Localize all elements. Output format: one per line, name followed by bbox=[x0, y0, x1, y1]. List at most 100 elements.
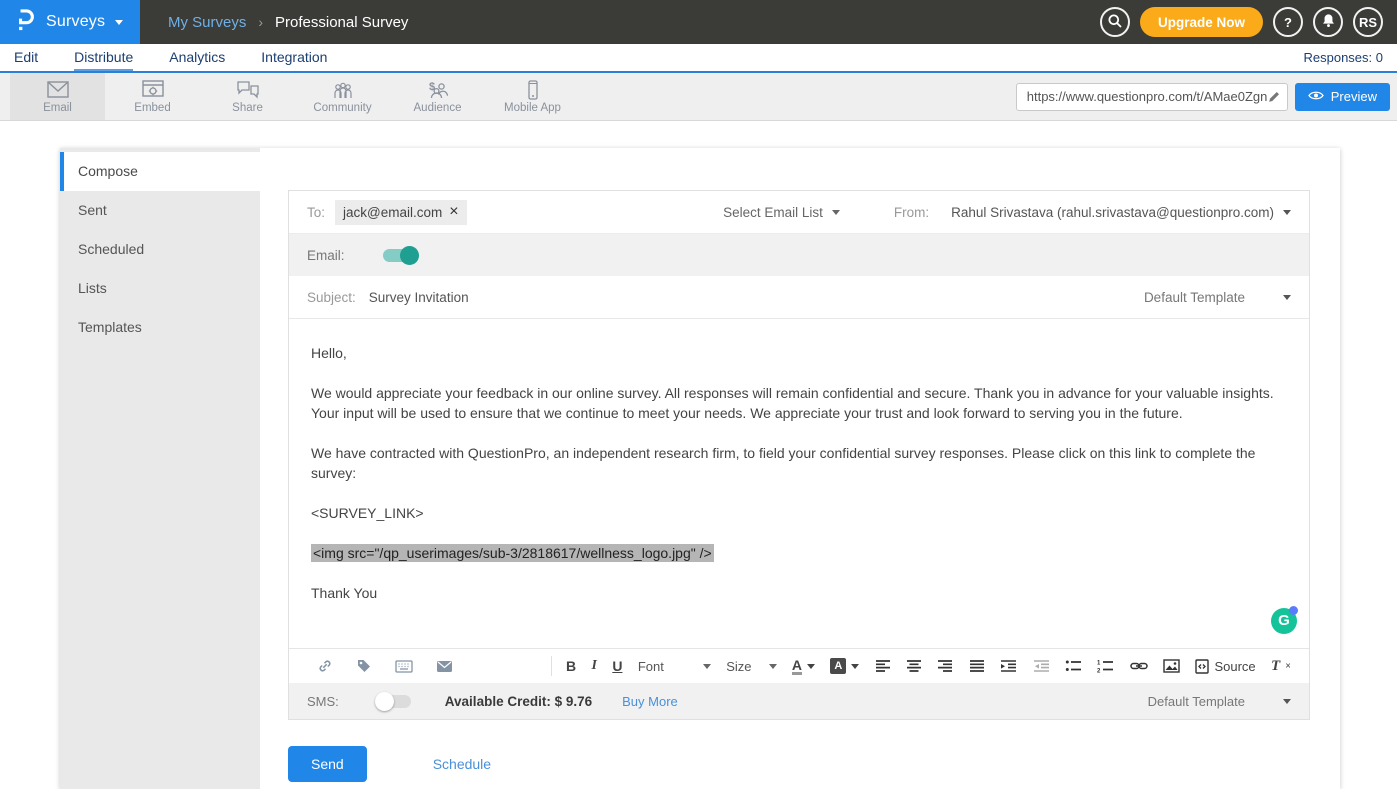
grammarly-widget[interactable]: G bbox=[1271, 608, 1297, 634]
body-closing: Thank You bbox=[311, 583, 1289, 603]
sidebar-item-lists[interactable]: Lists bbox=[60, 269, 260, 308]
from-section: From: Rahul Srivastava (rahul.srivastava… bbox=[894, 205, 1291, 220]
sms-toggle[interactable] bbox=[377, 695, 411, 708]
embed-icon bbox=[141, 80, 165, 100]
tab-integration[interactable]: Integration bbox=[261, 44, 327, 71]
recipients-row: To: jack@email.com × Select Email List F… bbox=[289, 191, 1309, 234]
toggle-knob bbox=[400, 246, 419, 265]
send-button[interactable]: Send bbox=[288, 746, 367, 782]
sidebar-item-templates[interactable]: Templates bbox=[60, 308, 260, 347]
select-email-list-dropdown[interactable]: Select Email List bbox=[723, 205, 840, 220]
upgrade-now-button[interactable]: Upgrade Now bbox=[1140, 7, 1263, 37]
source-button[interactable]: Source bbox=[1195, 659, 1255, 674]
responses-count[interactable]: Responses: 0 bbox=[1304, 44, 1384, 71]
editor-toolbar: B I U Font Size A A 12 bbox=[289, 649, 1309, 683]
question-mark-icon: ? bbox=[1284, 15, 1292, 30]
buy-more-link[interactable]: Buy More bbox=[622, 694, 678, 709]
email-icon bbox=[46, 80, 70, 100]
breadcrumb-my-surveys[interactable]: My Surveys bbox=[168, 14, 246, 31]
tab-distribute[interactable]: Distribute bbox=[74, 44, 133, 71]
recipient-chip[interactable]: jack@email.com × bbox=[335, 200, 467, 225]
eye-icon bbox=[1308, 89, 1324, 104]
email-toggle[interactable] bbox=[383, 249, 417, 262]
insert-survey-link-button[interactable] bbox=[317, 658, 333, 674]
background-color-button[interactable]: A bbox=[830, 658, 859, 674]
user-avatar[interactable]: RS bbox=[1353, 7, 1383, 37]
remove-format-button[interactable]: T× bbox=[1271, 658, 1291, 675]
search-button[interactable] bbox=[1100, 7, 1130, 37]
bold-button[interactable]: B bbox=[566, 658, 576, 674]
subject-row: Subject: Survey Invitation Default Templ… bbox=[289, 276, 1309, 319]
channel-share[interactable]: Share bbox=[200, 73, 295, 120]
distribute-channel-toolbar: Email Embed Share Community $ Audience M… bbox=[0, 73, 1397, 121]
channel-embed[interactable]: Embed bbox=[105, 73, 200, 120]
increase-indent-button[interactable] bbox=[1000, 659, 1017, 673]
insert-link-button[interactable] bbox=[1130, 660, 1148, 672]
editor-insert-group bbox=[303, 658, 551, 674]
top-navigation-bar: Surveys My Surveys › Professional Survey… bbox=[0, 0, 1397, 44]
grammarly-status-dot bbox=[1289, 606, 1298, 615]
to-label: To: bbox=[307, 205, 325, 220]
schedule-link[interactable]: Schedule bbox=[433, 756, 491, 772]
edit-url-button[interactable] bbox=[1267, 90, 1281, 104]
sms-toggle-label: SMS: bbox=[307, 694, 339, 709]
align-right-button[interactable] bbox=[937, 659, 953, 673]
outdent-icon bbox=[1033, 659, 1050, 673]
align-center-button[interactable] bbox=[906, 659, 922, 673]
mobile-phone-icon bbox=[521, 80, 545, 100]
search-icon bbox=[1107, 13, 1123, 32]
text-color-button[interactable]: A bbox=[792, 658, 815, 675]
channel-email[interactable]: Email bbox=[10, 73, 105, 120]
align-left-icon bbox=[875, 659, 891, 673]
tab-edit[interactable]: Edit bbox=[14, 44, 38, 71]
sidebar-item-compose[interactable]: Compose bbox=[60, 152, 260, 191]
survey-url-input[interactable] bbox=[1027, 89, 1267, 104]
numbered-list-icon: 12 bbox=[1097, 659, 1114, 673]
align-right-icon bbox=[937, 659, 953, 673]
insert-keyboard-button[interactable] bbox=[395, 660, 413, 673]
email-toggle-label: Email: bbox=[307, 248, 345, 263]
email-body-editor[interactable]: Hello, We would appreciate your feedback… bbox=[289, 319, 1309, 649]
numbered-list-button[interactable]: 12 bbox=[1097, 659, 1114, 673]
preview-button[interactable]: Preview bbox=[1295, 83, 1390, 111]
survey-nav-tabs: Edit Distribute Analytics Integration Re… bbox=[0, 44, 1397, 73]
italic-button[interactable]: I bbox=[592, 658, 597, 674]
tab-analytics[interactable]: Analytics bbox=[169, 44, 225, 71]
page-title: Professional Survey bbox=[275, 14, 408, 31]
underline-button[interactable]: U bbox=[612, 658, 622, 674]
survey-url-box bbox=[1016, 83, 1288, 111]
sidebar-item-scheduled[interactable]: Scheduled bbox=[60, 230, 260, 269]
justify-button[interactable] bbox=[969, 659, 985, 673]
align-left-button[interactable] bbox=[875, 659, 891, 673]
remove-recipient-icon[interactable]: × bbox=[449, 206, 458, 218]
sms-template-dropdown[interactable]: Default Template bbox=[1148, 694, 1291, 709]
body-paragraph-1: We would appreciate your feedback in our… bbox=[311, 383, 1289, 423]
insert-image-button[interactable] bbox=[1163, 659, 1180, 673]
keyboard-icon bbox=[395, 660, 413, 673]
font-dropdown[interactable]: Font bbox=[638, 659, 711, 674]
notifications-button[interactable] bbox=[1313, 7, 1343, 37]
pencil-icon bbox=[1267, 90, 1281, 104]
channel-mobile-app[interactable]: Mobile App bbox=[485, 73, 580, 120]
channel-audience[interactable]: $ Audience bbox=[390, 73, 485, 120]
svg-text:1: 1 bbox=[1097, 661, 1101, 667]
insert-email-footer-button[interactable] bbox=[436, 660, 453, 673]
sidebar-item-sent[interactable]: Sent bbox=[60, 191, 260, 230]
help-button[interactable]: ? bbox=[1273, 7, 1303, 37]
insert-tag-button[interactable] bbox=[356, 658, 372, 674]
decrease-indent-button[interactable] bbox=[1033, 659, 1050, 673]
subject-input[interactable]: Survey Invitation bbox=[369, 290, 469, 305]
avatar-initials: RS bbox=[1359, 15, 1377, 30]
product-switcher[interactable]: Surveys bbox=[0, 0, 140, 44]
sms-row: SMS: Available Credit: $ 9.76 Buy More D… bbox=[289, 683, 1309, 719]
chevron-down-icon bbox=[807, 664, 815, 669]
email-template-dropdown[interactable]: Default Template bbox=[1144, 290, 1291, 305]
chain-icon bbox=[317, 658, 333, 674]
from-address-dropdown[interactable]: Rahul Srivastava (rahul.srivastava@quest… bbox=[951, 205, 1291, 220]
bulleted-list-button[interactable] bbox=[1065, 659, 1082, 673]
tag-icon bbox=[356, 658, 372, 674]
channel-community[interactable]: Community bbox=[295, 73, 390, 120]
image-icon bbox=[1163, 659, 1180, 673]
topbar-actions: Upgrade Now ? RS bbox=[1100, 7, 1397, 37]
size-dropdown[interactable]: Size bbox=[726, 659, 776, 674]
